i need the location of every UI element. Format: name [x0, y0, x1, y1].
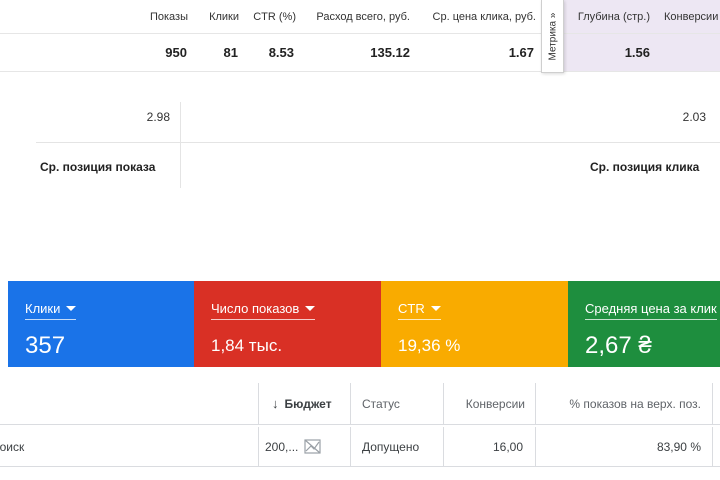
value-ctr: 8.53 — [268, 45, 294, 60]
header-clicks[interactable]: Клики — [195, 0, 239, 33]
caret-down-icon — [430, 306, 441, 311]
metric-title: Клики — [25, 301, 61, 316]
column-divider — [258, 383, 259, 424]
avg-click-position-label: Ср. позиция клика — [590, 160, 700, 174]
metric-value: 2,67 ₴ — [585, 332, 652, 359]
metric-selector-ctr[interactable]: CTR — [398, 301, 441, 320]
column-divider — [712, 427, 713, 466]
divider — [180, 102, 181, 188]
header-conversions[interactable]: Конверсии — [443, 383, 525, 424]
header-impressions[interactable]: Показы — [130, 0, 188, 33]
metric-card-ctr[interactable]: CTR 19,36 % — [381, 281, 568, 367]
value-clicks: 81 — [223, 45, 238, 60]
header-avg-cpc[interactable]: Ср. цена клика, руб. — [416, 0, 536, 33]
header-budget[interactable]: ↓ Бюджет — [272, 383, 350, 424]
metrika-tab-label: Метрика » — [547, 12, 558, 60]
yandex-stats-table: Показы Клики CTR (%) Расход всего, руб. … — [0, 0, 720, 73]
metrika-tab[interactable]: Метрика » — [541, 0, 564, 73]
header-top-impression-share[interactable]: % показов на верх. поз. — [535, 383, 701, 424]
metric-card-impressions[interactable]: Число показов 1,84 тыс. — [194, 281, 381, 367]
campaign-name-link[interactable]: Поиск — [0, 427, 24, 466]
yandex-stats-header: Показы Клики CTR (%) Расход всего, руб. … — [0, 0, 720, 34]
value-conversions — [654, 34, 720, 71]
caret-down-icon — [66, 306, 77, 311]
value-impressions: 950 — [165, 45, 187, 60]
avg-click-position-value: 2.03 — [682, 110, 706, 124]
value-total-spend: 135.12 — [370, 45, 410, 60]
budget-chart-icon[interactable] — [304, 439, 321, 454]
avg-show-position-value: 2.98 — [146, 110, 170, 124]
column-divider — [712, 383, 713, 424]
metric-card-clicks[interactable]: Клики 357 — [8, 281, 194, 367]
metric-title: Средняя цена за клик — [585, 301, 717, 316]
metric-value: 19,36 % — [398, 336, 461, 355]
value-avg-cpc: 1.67 — [508, 45, 534, 60]
divider — [36, 142, 720, 143]
column-divider — [350, 427, 351, 466]
yandex-stats-row: 950 81 8.53 135.12 1.67 1.56 — [0, 34, 720, 72]
status-value: Допущено — [362, 439, 420, 454]
conversions-value: 16,00 — [492, 439, 523, 454]
metric-selector-avg-cpc[interactable]: Средняя цена за клик — [585, 301, 717, 320]
header-conversions[interactable]: Конверсии — [654, 0, 720, 33]
value-depth: 1.56 — [564, 34, 654, 71]
metric-selector-impressions[interactable]: Число показов — [211, 301, 316, 320]
metric-value: 357 — [25, 332, 66, 359]
header-ctr[interactable]: CTR (%) — [245, 0, 296, 33]
metric-cards: Клики 357 Число показов 1,84 тыс. CTR 19… — [8, 281, 720, 367]
header-budget-label: Бюджет — [284, 396, 332, 411]
column-divider — [350, 383, 351, 424]
campaigns-table: ↓ Бюджет Статус Конверсии % показов на в… — [0, 383, 720, 480]
arrow-down-icon: ↓ — [272, 396, 279, 411]
metric-title: Число показов — [211, 301, 300, 316]
positions-block: 2.98 2.03 Ср. позиция показа Ср. позиция… — [0, 98, 720, 188]
header-depth[interactable]: Глубина (стр.) — [564, 0, 654, 33]
caret-down-icon — [305, 306, 316, 311]
table-row: Поиск 200,... Допущено 16,00 83,90 % — [0, 427, 720, 467]
budget-value: 200,... — [265, 427, 321, 466]
campaigns-table-header: ↓ Бюджет Статус Конверсии % показов на в… — [0, 383, 720, 425]
metric-title: CTR — [398, 301, 425, 316]
avg-show-position-label: Ср. позиция показа — [40, 160, 156, 174]
column-divider — [258, 427, 259, 466]
header-status[interactable]: Статус — [362, 383, 400, 424]
metric-card-avg-cpc[interactable]: Средняя цена за клик 2,67 ₴ — [568, 281, 720, 367]
metric-selector-clicks[interactable]: Клики — [25, 301, 77, 320]
budget-value-text: 200,... — [265, 439, 299, 454]
top-impression-share-value: 83,90 % — [656, 439, 701, 454]
header-total-spend[interactable]: Расход всего, руб. — [302, 0, 410, 33]
metric-value: 1,84 тыс. — [211, 336, 283, 355]
